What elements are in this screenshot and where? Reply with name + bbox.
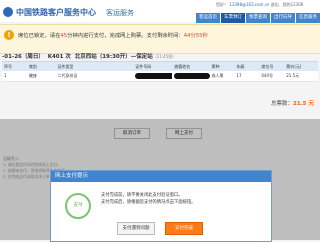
top-header: 中国铁路客户服务中心 客运服务 您好！ 11398@163.com.cn 退出 … bbox=[0, 0, 320, 23]
payment-status-icon: 支付 bbox=[65, 193, 91, 219]
trip-train: K401 次 bbox=[47, 54, 71, 60]
trip-date: -01-26（周日） bbox=[2, 54, 44, 60]
railway-logo-icon bbox=[3, 7, 13, 17]
col-price: 票价(元) bbox=[286, 64, 302, 69]
cell-car: 17 bbox=[236, 73, 242, 78]
trip-arrive: （21:45到） bbox=[152, 54, 177, 59]
passenger-table: 序号 席别 证件类型 证件号码 旅客姓名 票种 车厢 席位号 票价(元) 1 硬… bbox=[2, 61, 318, 82]
cell-passenger-name-masked bbox=[172, 71, 210, 81]
table-header-row: 序号 席别 证件类型 证件号码 旅客姓名 票种 车厢 席位号 票价(元) bbox=[2, 62, 318, 71]
cell-price: 21.5元 bbox=[286, 73, 300, 78]
welcome-bar: 您好！ 11398@163.com.cn 退出 我的12306 bbox=[216, 2, 303, 8]
redaction-bar bbox=[135, 73, 173, 79]
cell-index: 1 bbox=[4, 73, 7, 78]
col-passenger-name: 旅客姓名 bbox=[174, 64, 191, 69]
payment-countdown: 44分55秒 bbox=[183, 33, 208, 39]
my-12306-link[interactable]: 我的12306 bbox=[283, 2, 304, 7]
dialog-line-2: 支付完成后，请根据您支付的情况点击下面按钮。 bbox=[101, 200, 196, 205]
nav-ticket-booking[interactable]: 车票预订 bbox=[221, 13, 245, 23]
payment-prompt-dialog: 网上支付提示 支付 支付完成前，请不要关闭此支付验证窗口。 支付完成后，请根据您… bbox=[50, 170, 272, 242]
nav-travel-guide[interactable]: 出行向导 bbox=[271, 13, 295, 23]
col-seat-number: 席位号 bbox=[261, 64, 274, 69]
col-id-type: 证件类型 bbox=[57, 64, 74, 69]
cell-ticket-type: 成人票 bbox=[211, 73, 224, 78]
warning-icon: ! bbox=[4, 30, 14, 40]
cell-id-number-masked bbox=[133, 71, 173, 81]
dialog-message: 支付完成前，请不要关闭此支付验证窗口。 支付完成后，请根据您支付的情况点击下面按… bbox=[101, 192, 196, 206]
cell-id-type: 二代身份证 bbox=[57, 73, 78, 78]
main-nav: 客运首页 车票预订 余票查询 出行向导 信息服务 bbox=[196, 13, 320, 23]
trip-route: 北京西站（19:30开）—保定站 bbox=[74, 54, 153, 60]
user-email: 11398@163.com.cn bbox=[229, 2, 270, 7]
redaction-bar bbox=[174, 73, 210, 79]
col-index: 序号 bbox=[4, 64, 12, 69]
total-amount: 21.5 元 bbox=[293, 101, 314, 107]
notice-text-middle: 分钟内进行支付，完成网上购票。支付剩余时间： bbox=[67, 33, 184, 39]
seat-locked-notice: ! 席位已锁定，请在45分钟内进行支付，完成网上购票。支付剩余时间：44分55秒 bbox=[0, 24, 320, 54]
cell-seat-number: 044号 bbox=[261, 73, 273, 78]
site-title: 中国铁路客户服务中心 bbox=[16, 8, 96, 17]
total-label: 总票款： bbox=[270, 101, 293, 107]
nav-info-service[interactable]: 信息服务 bbox=[296, 13, 320, 23]
payment-done-button[interactable]: 支付完成 bbox=[165, 222, 203, 235]
payment-problem-button[interactable]: 支付遇到问题 bbox=[117, 222, 155, 235]
col-car: 车厢 bbox=[236, 64, 245, 69]
table-row: 1 硬座 二代身份证 成人票 17 044号 21.5元 bbox=[2, 71, 318, 82]
trip-info: -01-26（周日） K401 次 北京西站（19:30开）—保定站（21:45… bbox=[2, 52, 176, 60]
nav-home[interactable]: 客运首页 bbox=[196, 13, 220, 23]
cell-seat-class: 硬座 bbox=[28, 73, 37, 78]
col-ticket-type: 票种 bbox=[211, 64, 220, 69]
notice-text-before: 席位已锁定，请在 bbox=[18, 33, 61, 39]
dialog-title: 网上支付提示 bbox=[51, 171, 271, 182]
site-subtitle: 客运服务 bbox=[106, 9, 134, 17]
welcome-prefix: 您好！ bbox=[216, 2, 228, 7]
col-id-number: 证件号码 bbox=[135, 64, 152, 69]
logout-link[interactable]: 退出 bbox=[271, 2, 279, 7]
dialog-line-1: 支付完成前，请不要关闭此支付验证窗口。 bbox=[101, 193, 183, 198]
col-seat-class: 席别 bbox=[28, 64, 37, 69]
total-fare: 总票款：21.5 元 bbox=[271, 99, 314, 107]
notice-text: 席位已锁定，请在45分钟内进行支付，完成网上购票。支付剩余时间：44分55秒 bbox=[18, 31, 208, 39]
nav-ticket-query[interactable]: 余票查询 bbox=[246, 13, 270, 23]
